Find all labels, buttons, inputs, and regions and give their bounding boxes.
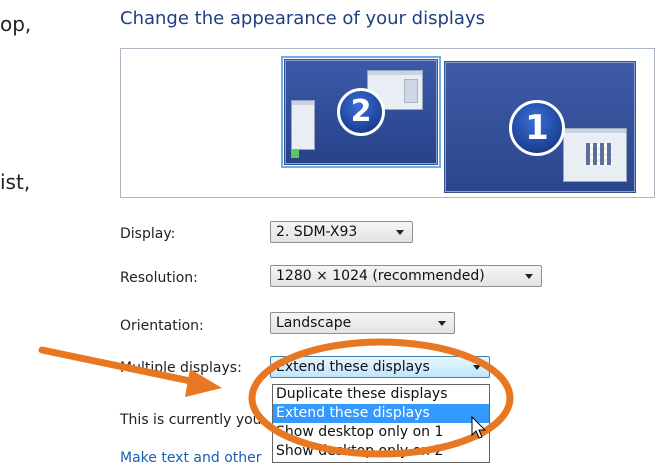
page-title: Change the appearance of your displays: [120, 8, 485, 29]
orientation-select-value: Landscape: [276, 315, 352, 331]
resolution-label: Resolution:: [120, 270, 198, 286]
monitor-2-icon[interactable]: 2: [281, 56, 441, 168]
display-label: Display:: [120, 226, 176, 242]
monitor-number-badge-2: 2: [337, 88, 385, 136]
display-preview-area: 2 1: [120, 48, 655, 198]
orientation-label: Orientation:: [120, 318, 204, 334]
start-orb-icon: [291, 150, 299, 158]
left-text-fragment-2: ist,: [0, 170, 31, 194]
monitor-1-icon[interactable]: 1: [444, 61, 636, 193]
orientation-select[interactable]: Landscape: [270, 312, 455, 334]
monitor-number-badge-1: 1: [509, 100, 565, 156]
multiple-displays-select-value: Extend these displays: [276, 359, 430, 375]
current-display-status: This is currently you: [120, 412, 262, 428]
left-text-fragment-1: op,: [0, 12, 32, 36]
text-size-link[interactable]: Make text and other: [120, 450, 262, 466]
dropdown-arrow-icon: [525, 274, 533, 279]
display-select-value: 2. SDM-X93: [276, 224, 358, 240]
option-show-only-1[interactable]: Show desktop only on 1: [273, 423, 489, 442]
resolution-select-value: 1280 × 1024 (recommended): [276, 268, 485, 284]
dropdown-arrow-icon: [473, 365, 481, 370]
window-thumbnail-icon: [291, 100, 315, 150]
dropdown-arrow-icon: [438, 321, 446, 326]
window-thumbnail-icon: [563, 128, 627, 182]
resolution-select[interactable]: 1280 × 1024 (recommended): [270, 265, 542, 287]
multiple-displays-label: Multiple displays:: [120, 360, 242, 376]
display-select[interactable]: 2. SDM-X93: [270, 221, 413, 243]
option-show-only-2[interactable]: Show desktop only on 2: [273, 442, 489, 461]
dropdown-arrow-icon: [396, 230, 404, 235]
multiple-displays-select[interactable]: Extend these displays: [270, 356, 490, 378]
option-extend[interactable]: Extend these displays: [273, 404, 489, 423]
multiple-displays-dropdown-list: Duplicate these displays Extend these di…: [272, 384, 490, 463]
option-duplicate[interactable]: Duplicate these displays: [273, 385, 489, 404]
